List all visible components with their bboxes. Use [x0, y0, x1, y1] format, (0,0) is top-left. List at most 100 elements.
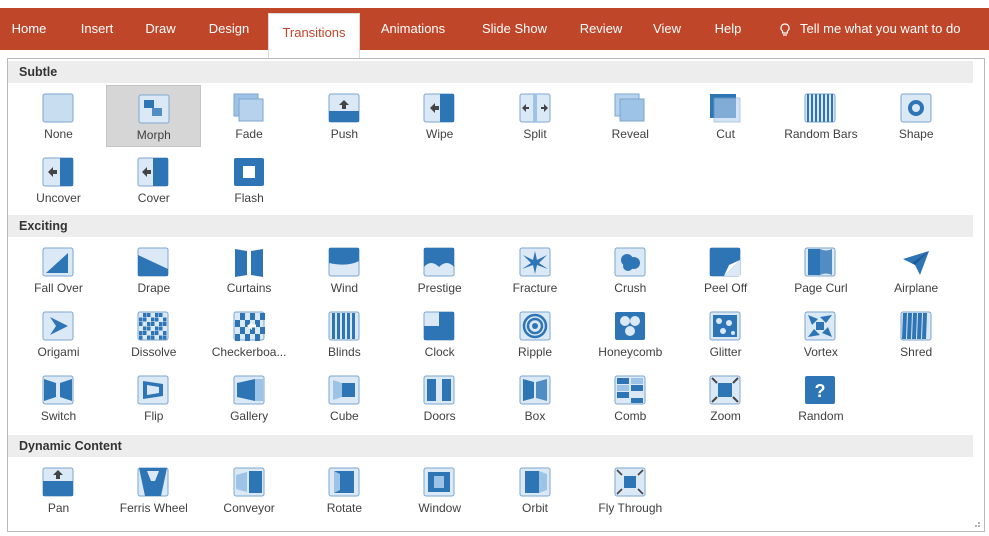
tab-transitions[interactable]: Transitions: [268, 13, 360, 58]
wipe-icon: [423, 93, 455, 123]
push-icon: [328, 93, 360, 123]
checkerboard-icon: [233, 311, 265, 341]
transition-page-curl[interactable]: Page Curl: [773, 239, 868, 301]
transition-label: Random Bars: [784, 127, 858, 141]
page-curl-icon: [804, 247, 836, 277]
transition-ripple[interactable]: Ripple: [488, 303, 583, 365]
tab-help[interactable]: Help: [700, 8, 756, 50]
transition-cube[interactable]: Cube: [297, 367, 392, 429]
tab-animations[interactable]: Animations: [366, 8, 460, 50]
transition-conveyor[interactable]: Conveyor: [202, 459, 297, 521]
transition-label: Checkerboa...: [211, 345, 287, 359]
transition-shred[interactable]: Shred: [869, 303, 964, 365]
transition-reveal[interactable]: Reveal: [583, 85, 678, 147]
transition-gallery[interactable]: Gallery: [202, 367, 297, 429]
tab-slide-show[interactable]: Slide Show: [466, 8, 563, 50]
transition-peel-off[interactable]: Peel Off: [678, 239, 773, 301]
transition-none[interactable]: None: [11, 85, 106, 147]
transition-label: Origami: [37, 345, 80, 359]
transition-curtains[interactable]: Curtains: [202, 239, 297, 301]
transition-label: Fly Through: [598, 501, 663, 515]
transition-comb[interactable]: Comb: [583, 367, 678, 429]
transition-random[interactable]: ? Random: [773, 367, 868, 429]
transition-pan[interactable]: Pan: [11, 459, 106, 521]
transition-cover[interactable]: Cover: [106, 149, 201, 211]
transition-ferris-wheel[interactable]: Ferris Wheel: [106, 459, 201, 521]
reveal-icon: [614, 93, 645, 122]
transition-fade[interactable]: Fade: [202, 85, 297, 147]
transition-zoom[interactable]: Zoom: [678, 367, 773, 429]
transition-rotate[interactable]: Rotate: [297, 459, 392, 521]
tab-design[interactable]: Design: [196, 8, 262, 50]
none-icon: [42, 93, 74, 123]
transition-uncover[interactable]: Uncover: [11, 149, 106, 211]
transition-vortex[interactable]: Vortex: [773, 303, 868, 365]
tab-review[interactable]: Review: [570, 8, 632, 50]
transition-split[interactable]: Split: [488, 85, 583, 147]
transition-morph[interactable]: Morph: [106, 85, 202, 147]
transition-airplane[interactable]: Airplane: [869, 239, 964, 301]
transition-label: Switch: [40, 409, 77, 423]
transition-label: Peel Off: [704, 281, 748, 295]
tab-insert[interactable]: Insert: [66, 8, 128, 50]
transition-doors[interactable]: Doors: [392, 367, 487, 429]
transition-drape[interactable]: Drape: [106, 239, 201, 301]
section-header-dynamic-content: Dynamic Content: [8, 435, 973, 457]
transition-box[interactable]: Box: [488, 367, 583, 429]
switch-icon: [42, 375, 74, 405]
lightbulb-icon: [780, 22, 790, 36]
transition-dissolve[interactable]: Dissolve: [106, 303, 201, 365]
transition-wipe[interactable]: Wipe: [392, 85, 487, 147]
transition-shape[interactable]: Shape: [869, 85, 964, 147]
tab-home[interactable]: Home: [0, 8, 58, 50]
transition-label: Shred: [900, 345, 933, 359]
cover-icon: [137, 157, 169, 187]
transition-label: Push: [330, 127, 359, 141]
transition-label: Doors: [423, 409, 456, 423]
airplane-icon: [902, 251, 929, 275]
transition-origami[interactable]: Origami: [11, 303, 106, 365]
transition-label: Zoom: [710, 409, 741, 423]
transition-wind[interactable]: Wind: [297, 239, 392, 301]
transition-random-bars[interactable]: Random Bars: [773, 85, 868, 147]
cut-icon: [710, 94, 741, 123]
tab-view[interactable]: View: [640, 8, 694, 50]
window-icon: [423, 467, 455, 497]
transition-flash[interactable]: Flash: [202, 149, 297, 211]
fly-through-icon: [614, 467, 646, 497]
transition-checkerboard[interactable]: Checkerboa...: [202, 303, 297, 365]
origami-icon: [42, 311, 74, 341]
transition-push[interactable]: Push: [297, 85, 392, 147]
tell-me-search[interactable]: Tell me what you want to do: [778, 8, 960, 50]
transition-blinds[interactable]: Blinds: [297, 303, 392, 365]
transition-clock[interactable]: Clock: [392, 303, 487, 365]
transition-label: Orbit: [521, 501, 548, 515]
transition-switch[interactable]: Switch: [11, 367, 106, 429]
transition-label: Fade: [235, 127, 263, 141]
transition-label: Dissolve: [131, 345, 177, 359]
transition-crush[interactable]: Crush: [583, 239, 678, 301]
gallery-icon: [233, 375, 265, 405]
transition-label: Page Curl: [794, 281, 848, 295]
transition-window[interactable]: Window: [392, 459, 487, 521]
transition-fracture[interactable]: Fracture: [488, 239, 583, 301]
transition-orbit[interactable]: Orbit: [488, 459, 583, 521]
clock-icon: [423, 311, 455, 341]
dissolve-icon: [137, 311, 169, 341]
transition-label: Random: [798, 409, 844, 423]
resize-grip-icon[interactable]: [971, 518, 981, 528]
transition-fly-through[interactable]: Fly Through: [583, 459, 678, 521]
tab-draw[interactable]: Draw: [133, 8, 188, 50]
transition-label: Gallery: [230, 409, 269, 423]
transition-fall-over[interactable]: Fall Over: [11, 239, 106, 301]
transition-label: Fracture: [512, 281, 558, 295]
transition-honeycomb[interactable]: Honeycomb: [583, 303, 678, 365]
rotate-icon: [328, 467, 360, 497]
transition-flip[interactable]: Flip: [106, 367, 201, 429]
transition-prestige[interactable]: Prestige: [392, 239, 487, 301]
transition-label: None: [44, 127, 73, 141]
transition-cut[interactable]: Cut: [678, 85, 773, 147]
vortex-icon: [804, 311, 836, 341]
transition-glitter[interactable]: Glitter: [678, 303, 773, 365]
transition-label: Uncover: [36, 191, 81, 205]
